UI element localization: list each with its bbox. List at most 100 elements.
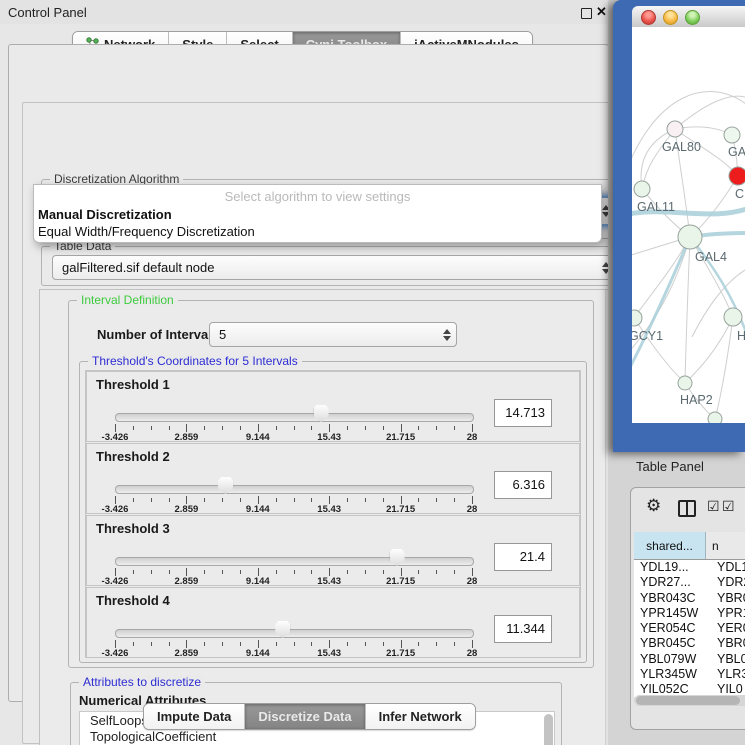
close-icon[interactable]: ✕ [596,4,607,20]
node-label-hap2: HAP2 [680,393,713,407]
threshold-value-field[interactable]: 14.713 [494,399,552,427]
table-hscrollbar-thumb[interactable] [636,696,740,705]
slider-track[interactable] [115,629,474,638]
table-row[interactable]: YBR045CYBR0 [634,636,745,651]
threshold-value-field[interactable]: 6.316 [494,471,552,499]
table-cell: YBL079W [634,652,711,667]
tick-label: 28 [467,648,478,659]
interval-definition-group: Interval Definition Number of Intervals … [68,300,594,668]
network-node-hap2[interactable] [678,376,692,390]
checkbox-checked-icon[interactable]: ☑ [707,498,720,515]
threshold-value-field[interactable]: 21.4 [494,543,552,571]
table-row[interactable]: YBL079WYBL0 [634,652,745,667]
tick-label: 9.144 [246,504,270,515]
threshold-label: Threshold 1 [96,377,170,392]
discretize-data-page: Discretization Algorithm Select algorith… [22,102,614,744]
slider-tick-labels: -3.4262.8599.14415.4321.71528 [115,648,472,660]
threshold-row: Threshold 3 -3.4262.8599.14415.4321.7152… [86,515,580,586]
threshold-row: Threshold 4 -3.4262.8599.14415.4321.7152… [86,587,580,658]
table-row[interactable]: YDR27...YDR2 [634,575,745,590]
threshold-value-field[interactable]: 11.344 [494,615,552,643]
close-traffic-light[interactable] [641,10,656,25]
tick-label: 21.715 [386,504,415,515]
threshold-slider[interactable]: -3.4262.8599.14415.4321.71528 [115,405,472,439]
table-row[interactable]: YLR345WYLR3 [634,667,745,682]
network-node-c[interactable] [729,167,745,185]
table-row[interactable]: YER054CYER0 [634,621,745,636]
node-label-gal11: GAL11 [637,200,675,214]
tab-discretize-data[interactable]: Discretize Data [244,704,364,729]
tick-label: 28 [467,504,478,515]
table-cell: YDR2 [711,575,745,590]
screen: Control Panel ✕ NetworkStyleSelectCyni T… [0,0,745,745]
minimize-traffic-light[interactable] [663,10,678,25]
network-canvas[interactable]: GAL80GACGAL11GAL4GCY1HHAP2 [632,27,745,423]
network-node-gcy1[interactable] [632,310,642,326]
tick-label: 9.144 [246,648,270,659]
column-header-0[interactable]: shared... [634,532,706,559]
checkbox-checked-icon[interactable]: ☑ [722,498,735,515]
control-panel-titlebar: Control Panel ✕ [0,0,612,24]
table-data-combo[interactable]: galFiltered.sif default node [52,255,616,280]
control-panel-title: Control Panel [8,5,87,20]
node-table-rows: YDL19...YDL1YDR27...YDR2YBR043CYBR0YPR14… [634,560,745,698]
node-label-ga: GA [728,145,745,159]
slider-track[interactable] [115,413,474,422]
tick-label: 2.859 [175,432,199,443]
attributes-scrollbar[interactable] [544,714,553,745]
tick-label: 21.715 [386,432,415,443]
slider-ticks [115,424,472,432]
thresholds-group: Threshold's Coordinates for 5 Intervals … [79,361,587,663]
node-label-gal4: GAL4 [695,250,727,264]
network-node[interactable] [708,412,722,423]
table-row[interactable]: YPR145WYPR1 [634,606,745,621]
tab-impute-data[interactable]: Impute Data [144,704,244,729]
table-row[interactable]: YDL19...YDL1 [634,560,745,575]
network-node-h[interactable] [724,308,742,326]
table-cell: YDR27... [634,575,711,590]
threshold-slider[interactable]: -3.4262.8599.14415.4321.71528 [115,477,472,511]
algorithm-option-equal-width-frequency-discretization[interactable]: Equal Width/Frequency Discretization [38,224,255,239]
tick-label: 28 [467,576,478,587]
float-window-icon[interactable] [581,8,592,19]
table-hscrollbar[interactable] [634,695,745,706]
network-node-ga[interactable] [724,127,740,143]
table-cell: YPR1 [711,606,745,621]
attribute-item-topologicalcoefficient[interactable]: TopologicalCoefficient [80,728,554,744]
settings-scrollpane: Interval Definition Number of Intervals … [39,289,625,745]
network-node-gal11[interactable] [634,181,650,197]
tick-label: 21.715 [386,576,415,587]
threshold-label: Threshold 2 [96,449,170,464]
threshold-rows-container: Threshold 1 -3.4262.8599.14415.4321.7152… [85,370,581,658]
tick-label: -3.426 [102,576,129,587]
algorithm-option-manual-discretization[interactable]: Manual Discretization [38,207,172,222]
tab-label: Discretize Data [258,709,351,724]
tick-label: 21.715 [386,648,415,659]
table-cell: YDL19... [634,560,711,575]
slider-track[interactable] [115,557,474,566]
tab-infer-network[interactable]: Infer Network [365,704,475,729]
table-data-combo-text: galFiltered.sif default node [53,260,597,275]
slider-track[interactable] [115,485,474,494]
threshold-slider[interactable]: -3.4262.8599.14415.4321.71528 [115,621,472,655]
gear-icon[interactable]: ⚙ [646,496,661,516]
table-cell: YER054C [634,621,711,636]
node-label-c: C [735,187,744,201]
split-columns-icon[interactable] [678,500,696,517]
tick-label: -3.426 [102,504,129,515]
network-node-gal80[interactable] [667,121,683,137]
node-label-gcy1: GCY1 [632,329,663,343]
number-of-intervals-spinner[interactable]: 5 [209,322,457,347]
network-window-titlebar [632,6,745,28]
threshold-slider[interactable]: -3.4262.8599.14415.4321.71528 [115,549,472,583]
zoom-traffic-light[interactable] [685,10,700,25]
tick-label: 15.43 [317,432,341,443]
network-view-window[interactable]: GAL80GACGAL11GAL4GCY1HHAP2 [613,0,745,452]
table-cell: YBL0 [711,652,745,667]
tick-label: 9.144 [246,576,270,587]
network-node-gal4[interactable] [678,225,702,249]
column-header-1[interactable]: n [706,532,745,559]
table-cell: YER0 [711,621,745,636]
tab-label: Infer Network [379,709,462,724]
table-row[interactable]: YBR043CYBR0 [634,591,745,606]
